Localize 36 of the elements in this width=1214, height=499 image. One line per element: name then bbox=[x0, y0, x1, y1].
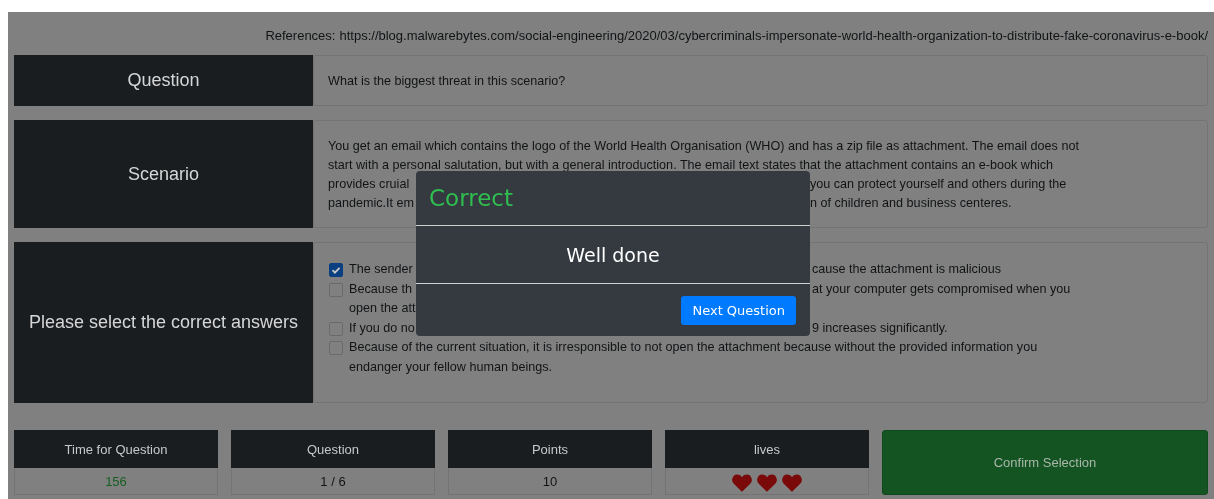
stat-header: Time for Question bbox=[14, 430, 218, 468]
text-line: start with a personal salutation, but with a general introduction. The email text states that the attachment contains an e-book which bbox=[328, 157, 1055, 174]
stat-value: 10 bbox=[542, 473, 558, 489]
modal-message: Well done bbox=[566, 243, 660, 266]
text-fragment: The sender bbox=[349, 261, 413, 278]
section-label: Scenario bbox=[14, 120, 313, 228]
next-question-button[interactable]: Next Question bbox=[681, 295, 796, 325]
text-line: You get an email which contains the logo of the World Health Organisation (WHO) and has a zip file as attachment. The email does not bbox=[328, 138, 1080, 155]
text-fragment: open the att bbox=[349, 300, 416, 318]
text-fragment: provides cruial bbox=[328, 176, 410, 193]
confirm-button[interactable]: Confirm Selection bbox=[882, 430, 1208, 495]
stat-header: lives bbox=[665, 430, 869, 468]
question-text: What is the biggest threat in this scenario? bbox=[328, 73, 566, 88]
modal-title: Correct bbox=[429, 185, 513, 211]
timer-value: 156 bbox=[105, 473, 127, 489]
text-line: endanger your fellow human beings. bbox=[349, 358, 554, 376]
text-fragment: pandemic.It em bbox=[328, 195, 415, 212]
text-fragment: cause the attachment is malicious bbox=[812, 261, 1001, 278]
stat-header: Points bbox=[448, 430, 652, 468]
text-fragment: 9 increases significantly. bbox=[812, 319, 948, 337]
heart-icon bbox=[732, 473, 752, 492]
section-label: Question bbox=[14, 55, 313, 106]
text-fragment: If you do no bbox=[349, 319, 415, 337]
text-fragment: n of children and business centeres. bbox=[810, 195, 1012, 212]
reference-link[interactable]: https://blog.malwarebytes.com/social-engineering/2020/03/cybercriminals-impersonate-world-health-organization-to-distribute-fake-coronavirus-e-book/ bbox=[339, 28, 1208, 43]
section-label: Please select the correct answers bbox=[14, 242, 313, 403]
text-line: Because of the current situation, it is irresponsible to not open the attachment because without the provided information you bbox=[349, 339, 1038, 357]
text-fragment: at your computer gets compromised when you bbox=[812, 280, 1071, 298]
checkbox[interactable] bbox=[329, 263, 343, 277]
text-fragment: you can protect yourself and others during the bbox=[810, 176, 1067, 193]
stat-header: Question bbox=[231, 430, 435, 468]
text-fragment: Because th bbox=[349, 280, 412, 298]
heart-icon bbox=[757, 473, 777, 492]
references-label: References: bbox=[265, 28, 336, 43]
stat-value: 1 / 6 bbox=[320, 473, 346, 489]
heart-icon bbox=[782, 473, 802, 492]
